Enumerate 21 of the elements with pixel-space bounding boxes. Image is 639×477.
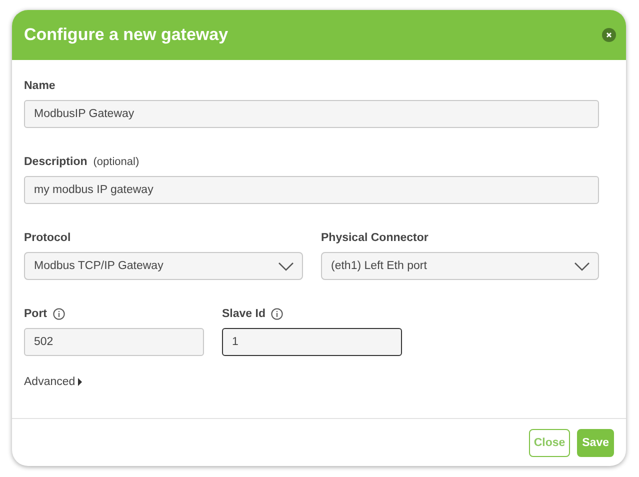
chevron-down-icon [574,262,590,270]
dropdown[interactable]: Modbus TCP/IP Gateway [24,252,303,280]
field-label: Protocol [24,232,71,244]
dialog-title: Configure a new gateway [24,25,228,45]
input-field[interactable]: 1 [222,328,402,356]
field-label: Slave Id [222,308,266,320]
advanced-toggle[interactable]: Advanced [24,376,84,388]
field-label: Port [24,308,47,320]
info-icon[interactable] [53,308,65,320]
field-label: Physical Connector [321,232,428,244]
input-field[interactable]: 502 [24,328,204,356]
caret-right-icon [78,378,84,386]
input-field[interactable]: my modbus IP gateway [24,176,599,204]
close-icon[interactable] [602,28,616,42]
input-field[interactable]: ModbusIP Gateway [24,100,599,128]
dropdown[interactable]: (eth1) Left Eth port [321,252,599,280]
info-icon[interactable] [271,308,284,320]
chevron-down-icon [278,262,294,270]
field-label: Description [24,156,88,168]
field-label: Name [24,80,56,92]
optional-hint: (optional) [93,156,140,168]
